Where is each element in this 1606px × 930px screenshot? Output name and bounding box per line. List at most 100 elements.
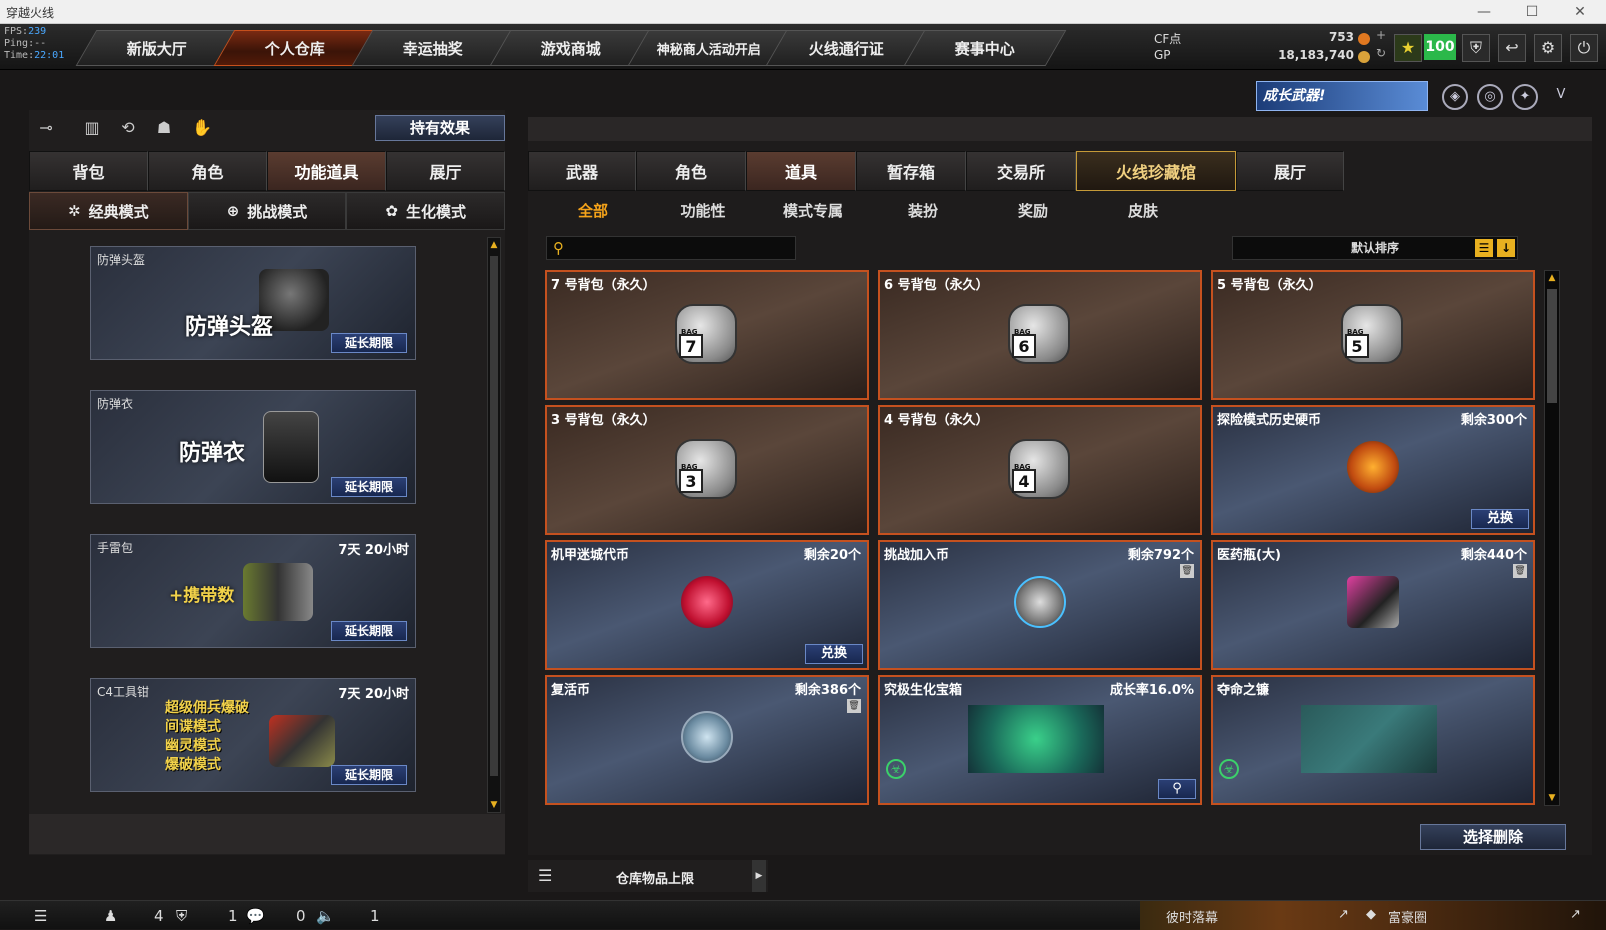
subtab-skins[interactable]: 皮肤 [1088, 194, 1198, 228]
tab-storage[interactable]: 暂存箱 [856, 151, 966, 191]
trash-icon[interactable]: 🗑 [847, 699, 861, 713]
owned-effects-button[interactable]: 持有效果 [375, 115, 505, 141]
search-box[interactable]: ⚲ [546, 236, 796, 260]
tab-collection[interactable]: 火线珍藏馆 [1076, 151, 1236, 191]
tab-roles[interactable]: 角色 [636, 151, 746, 191]
nav-events[interactable]: 赛事中心 [903, 30, 1067, 66]
nav-battle-pass[interactable]: 火线通行证 [765, 30, 929, 66]
subtab-functional[interactable]: 功能性 [648, 194, 758, 228]
select-delete-button[interactable]: 选择删除 [1420, 824, 1566, 850]
minimize-button[interactable]: — [1464, 2, 1504, 22]
subtab-mode-exclusive[interactable]: 模式专属 [758, 194, 868, 228]
trash-icon[interactable]: 🗑 [1513, 564, 1527, 578]
scroll-up-icon[interactable]: ▲ [1546, 271, 1558, 285]
exit-room-icon[interactable]: ↩ [1498, 34, 1526, 62]
right-scrollbar[interactable]: ▲ ▼ [1544, 270, 1560, 806]
refresh-icon[interactable]: ↻ [1376, 46, 1386, 60]
redeem-button[interactable]: 兑换 [805, 644, 863, 664]
warehouse-limit-bar[interactable]: ☰ 仓库物品上限 ▶ [528, 860, 768, 892]
scroll-thumb[interactable] [490, 256, 498, 776]
speaker-icon[interactable]: 🔈 [316, 907, 335, 925]
expand-arrow-icon[interactable]: ▶ [752, 860, 766, 892]
chart-icon[interactable]: ▥ [80, 118, 104, 140]
globe-icon[interactable]: ◎ [1477, 84, 1503, 110]
clan-shield-icon[interactable]: ⛨ [176, 907, 187, 925]
gear-icon[interactable]: ⚙ [1534, 34, 1562, 62]
list-view-icon[interactable]: ☰ [1475, 239, 1493, 257]
trash-icon[interactable]: 🗑 [1180, 564, 1194, 578]
nav-lobby[interactable]: 新版大厅 [75, 30, 239, 66]
scroll-down-icon[interactable]: ▼ [1546, 791, 1558, 805]
scroll-up-icon[interactable]: ▲ [488, 238, 500, 252]
growth-weapon-banner[interactable]: 成长武器! [1256, 81, 1428, 111]
tab-exchange[interactable]: 交易所 [966, 151, 1076, 191]
nav-shop[interactable]: 游戏商城 [489, 30, 653, 66]
tab-backpack[interactable]: 背包 [29, 151, 148, 191]
subtab-rewards[interactable]: 奖励 [978, 194, 1088, 228]
item-revive-coin[interactable]: 复活币 剩余386个 🗑 [545, 675, 869, 805]
extend-button[interactable]: 延长期限 [331, 333, 407, 353]
item-medkit-large[interactable]: 医药瓶(大) 剩余440个 🗑 [1211, 540, 1535, 670]
close-button[interactable]: ✕ [1560, 2, 1600, 22]
nav-lottery[interactable]: 幸运抽奖 [351, 30, 515, 66]
item-death-scythe[interactable]: 夺命之镰 ☣ [1211, 675, 1535, 805]
extend-button[interactable]: 延长期限 [331, 621, 407, 641]
person-icon[interactable]: ☗ [152, 118, 176, 140]
mode-zombie[interactable]: ✿ 生化模式 [346, 192, 506, 230]
item-card-vest[interactable]: 防弹衣 防弹衣 延长期限 [90, 390, 416, 504]
rank-icon[interactable]: ★ [1394, 34, 1422, 62]
mode-challenge[interactable]: ⊕ 挑战模式 [187, 192, 347, 230]
item-bag-3[interactable]: 3 号背包（永久） BAG 3 [545, 405, 869, 535]
nav-events-label: 赛事中心 [954, 39, 1015, 58]
item-bag-5[interactable]: 5 号背包（永久） BAG 5 [1211, 270, 1535, 400]
item-bag-4[interactable]: 4 号背包（永久） BAG 4 [878, 405, 1202, 535]
emblem-icon[interactable]: ◈ [1442, 84, 1468, 110]
extend-button[interactable]: 延长期限 [331, 765, 407, 785]
friends-icon[interactable]: ♟ [104, 907, 117, 925]
menu-icon[interactable]: ☰ [34, 907, 47, 925]
external-link-icon[interactable]: ↗ [1570, 907, 1581, 922]
shield-icon[interactable]: ⛨ [1462, 34, 1490, 62]
sort-dropdown[interactable]: 默认排序 ☰ ↓ [1232, 236, 1518, 260]
item-explore-coin[interactable]: 探险模式历史硬币 剩余300个 兑换 [1211, 405, 1535, 535]
glove-icon[interactable]: ✋ [190, 118, 214, 140]
mode-classic[interactable]: ✲ 经典模式 [29, 192, 188, 230]
item-zombie-chest[interactable]: 究极生化宝箱 成长率16.0% ☣ ⚲ [878, 675, 1202, 805]
item-mecha-token[interactable]: 机甲迷城代币 剩余20个 兑换 [545, 540, 869, 670]
add-cf-icon[interactable]: + [1376, 28, 1386, 42]
nav-mystery-merchant[interactable]: 神秘商人活动开启 [627, 30, 791, 66]
recycle-icon[interactable]: ⟲ [116, 118, 140, 140]
tab-character[interactable]: 角色 [148, 151, 267, 191]
item-bag-7[interactable]: 7 号背包（永久） BAG 7 [545, 270, 869, 400]
sort-direction-icon[interactable]: ↓ [1497, 239, 1515, 257]
tab-weapons[interactable]: 武器 [528, 151, 636, 191]
external-link-icon[interactable]: ↗ [1338, 907, 1349, 922]
power-icon[interactable]: ⏻ [1570, 34, 1598, 62]
item-card-grenade-pack[interactable]: 手雷包 7天 20小时 +携带数 延长期限 [90, 534, 416, 648]
scroll-thumb[interactable] [1547, 289, 1557, 403]
left-scrollbar[interactable]: ▲ ▼ [487, 237, 501, 813]
item-card-helmet[interactable]: 防弹头盔 防弹头盔 延长期限 [90, 246, 416, 360]
tab-props[interactable]: 道具 [746, 151, 856, 191]
redeem-button[interactable]: 兑换 [1471, 509, 1529, 529]
tab-functional-items[interactable]: 功能道具 [267, 151, 386, 191]
tab-hall[interactable]: 展厅 [386, 151, 505, 191]
item-bag-6[interactable]: 6 号背包（永久） BAG 6 [878, 270, 1202, 400]
subtab-all[interactable]: 全部 [538, 194, 648, 228]
item-card-c4-pliers[interactable]: C4工具钳 7天 20小时 超级佣兵爆破 间谍模式 幽灵模式 爆破模式 延长期限 [90, 678, 416, 792]
extend-button[interactable]: 延长期限 [331, 477, 407, 497]
item-challenge-coin[interactable]: 挑战加入币 剩余792个 🗑 [878, 540, 1202, 670]
status-banner[interactable]: 彼时落幕 ↗ ◆ 富豪圈 ↗ [1140, 901, 1606, 930]
search-input[interactable] [573, 239, 791, 257]
maximize-button[interactable]: ☐ [1512, 2, 1552, 22]
chat-icon[interactable]: 💬 [246, 907, 265, 925]
tab-showroom[interactable]: 展厅 [1236, 151, 1344, 191]
v-logo-icon[interactable]: V [1548, 84, 1574, 110]
inspect-button[interactable]: ⚲ [1158, 779, 1196, 799]
key-icon[interactable]: ⊸ [34, 118, 58, 140]
feather-icon[interactable]: ✦ [1512, 84, 1538, 110]
nav-warehouse[interactable]: 个人仓库 [213, 30, 377, 66]
subtab-cosmetic[interactable]: 装扮 [868, 194, 978, 228]
scroll-down-icon[interactable]: ▼ [488, 798, 500, 812]
item-name: 夺命之镰 [1217, 683, 1270, 698]
